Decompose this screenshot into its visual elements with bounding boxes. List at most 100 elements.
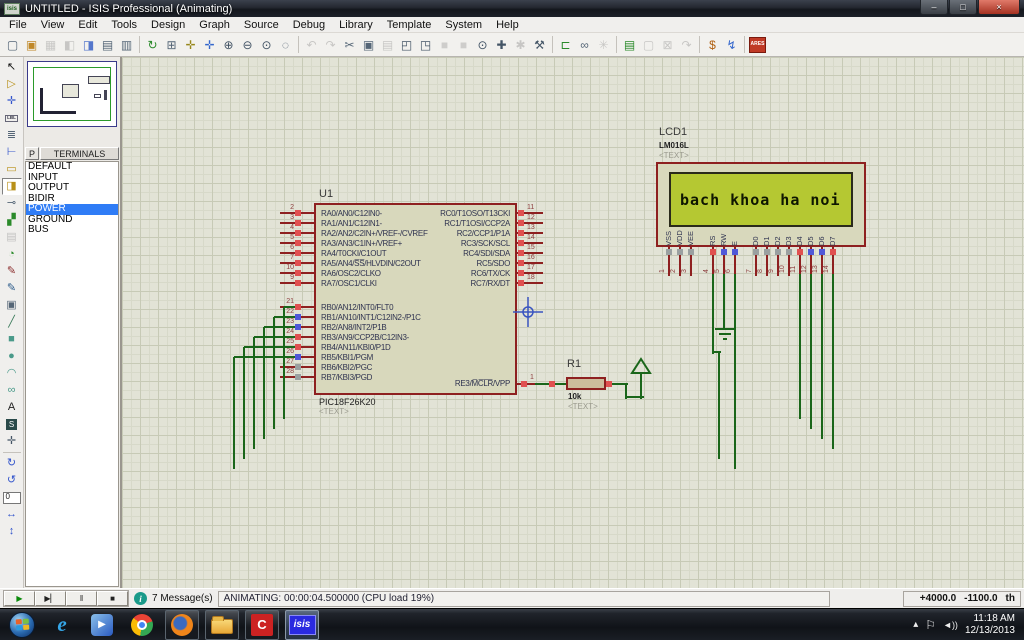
schematic-canvas[interactable]: U1PIC18F26K20<TEXT>2RA0/AN0/C12IN0-3RA1/… xyxy=(121,57,1024,588)
graph-mode-icon[interactable]: ▞ xyxy=(2,212,22,229)
wire-segment[interactable] xyxy=(832,274,834,449)
block-delete-icon[interactable]: ■ xyxy=(454,35,473,54)
save-file-icon[interactable]: ▦ xyxy=(41,35,60,54)
wire-label-mode-icon[interactable]: LBL xyxy=(2,110,22,127)
voltage-probe-mode-icon[interactable]: ✎ xyxy=(2,263,22,280)
print-icon[interactable]: ▤ xyxy=(98,35,117,54)
search-tag-icon[interactable]: ∞ xyxy=(575,35,594,54)
block-move-icon[interactable]: ◳ xyxy=(416,35,435,54)
virtual-instruments-mode-icon[interactable]: ▣ xyxy=(2,297,22,314)
zoom-in-icon[interactable]: ⊕ xyxy=(219,35,238,54)
copy-icon[interactable]: ▣ xyxy=(359,35,378,54)
taskbar-clock[interactable]: 11:18 AM 12/13/2013 xyxy=(965,613,1015,637)
2d-line-icon[interactable]: ╱ xyxy=(2,314,22,331)
wire-segment[interactable] xyxy=(234,356,298,358)
menu-file[interactable]: File xyxy=(2,18,34,32)
stop-button[interactable]: ■ xyxy=(97,591,128,606)
wire-segment[interactable] xyxy=(254,336,298,338)
wire-segment[interactable] xyxy=(715,328,735,330)
menu-design[interactable]: Design xyxy=(144,18,192,32)
menu-template[interactable]: Template xyxy=(380,18,439,32)
goto-sheet-icon[interactable]: ↷ xyxy=(677,35,696,54)
start-button[interactable] xyxy=(5,610,39,640)
wire-segment[interactable] xyxy=(273,317,275,429)
wire-segment[interactable] xyxy=(723,274,725,330)
wire-segment[interactable] xyxy=(723,338,727,340)
menu-edit[interactable]: Edit xyxy=(71,18,104,32)
wire-segment[interactable] xyxy=(263,327,265,439)
remove-sheet-icon[interactable]: ⊠ xyxy=(658,35,677,54)
export-section-icon[interactable]: ◨ xyxy=(79,35,98,54)
play-button[interactable]: ▶ xyxy=(4,591,35,606)
isis-taskbar-icon[interactable]: isis xyxy=(285,610,319,640)
terminal-type-output[interactable]: OUTPUT xyxy=(26,183,118,194)
wire-segment[interactable] xyxy=(718,352,720,459)
schematic-preview[interactable] xyxy=(27,61,117,127)
terminal-type-default[interactable]: DEFAULT xyxy=(26,162,118,173)
2d-circle-icon[interactable]: ● xyxy=(2,348,22,365)
open-folder-icon[interactable]: ▣ xyxy=(22,35,41,54)
wire-segment[interactable] xyxy=(799,274,801,419)
current-probe-mode-icon[interactable]: ✎ xyxy=(2,280,22,297)
terminal-mode-icon[interactable]: ◨ xyxy=(2,178,22,195)
power-terminal[interactable] xyxy=(629,356,653,400)
menu-debug[interactable]: Debug xyxy=(286,18,332,32)
pic-c-compiler-icon[interactable]: C xyxy=(245,610,279,640)
menu-help[interactable]: Help xyxy=(489,18,526,32)
generator-mode-icon[interactable]: ◔ xyxy=(2,246,22,263)
import-section-icon[interactable]: ◧ xyxy=(60,35,79,54)
make-device-icon[interactable]: ✚ xyxy=(492,35,511,54)
device-pin-mode-icon[interactable]: ⊸ xyxy=(2,195,22,212)
wire-segment[interactable] xyxy=(253,337,255,449)
undo-icon[interactable]: ↶ xyxy=(302,35,321,54)
pick-devices-button[interactable]: P xyxy=(25,147,39,160)
wire-segment[interactable] xyxy=(264,326,298,328)
action-center-flag-icon[interactable]: ⚐ xyxy=(925,618,936,632)
bill-of-materials-icon[interactable]: $ xyxy=(703,35,722,54)
zoom-all-icon[interactable]: ⊙ xyxy=(257,35,276,54)
new-sheet-icon[interactable]: ▢ xyxy=(639,35,658,54)
step-button[interactable]: ▶▏ xyxy=(35,591,66,606)
menu-source[interactable]: Source xyxy=(237,18,286,32)
wire-segment[interactable] xyxy=(719,333,731,335)
bus-mode-icon[interactable]: ⊢ xyxy=(2,144,22,161)
decompose-icon[interactable]: ⚒ xyxy=(530,35,549,54)
toggle-grid-icon[interactable]: ⊞ xyxy=(162,35,181,54)
internet-explorer-icon[interactable]: e xyxy=(45,610,79,640)
mark-output-area-icon[interactable]: ▥ xyxy=(117,35,136,54)
wire-segment[interactable] xyxy=(712,274,714,354)
pause-button[interactable]: ‖ xyxy=(66,591,97,606)
wire-segment[interactable] xyxy=(283,307,285,419)
rotate-clockwise-icon[interactable]: ↻ xyxy=(2,455,22,472)
netlist-to-ares-icon[interactable]: ARES xyxy=(748,35,767,54)
close-button[interactable]: × xyxy=(978,0,1020,15)
zoom-out-icon[interactable]: ⊖ xyxy=(238,35,257,54)
selection-pointer-icon[interactable]: ↖ xyxy=(2,59,22,76)
2d-box-icon[interactable]: ■ xyxy=(2,331,22,348)
terminal-type-power[interactable]: POWER xyxy=(26,204,118,215)
2d-path-icon[interactable]: ∞ xyxy=(2,382,22,399)
minimize-button[interactable]: – xyxy=(920,0,948,15)
menu-tools[interactable]: Tools xyxy=(104,18,144,32)
wire-segment[interactable] xyxy=(233,357,235,469)
subcircuit-mode-icon[interactable]: ▭ xyxy=(2,161,22,178)
media-player-icon[interactable]: ▶ xyxy=(85,610,119,640)
menu-graph[interactable]: Graph xyxy=(192,18,237,32)
2d-symbol-icon[interactable]: S xyxy=(2,416,22,433)
chrome-icon[interactable] xyxy=(125,610,159,640)
origin-icon[interactable]: ✛ xyxy=(181,35,200,54)
wire-segment[interactable] xyxy=(244,346,298,348)
r1-body[interactable] xyxy=(566,377,606,390)
text-script-mode-icon[interactable]: ≣ xyxy=(2,127,22,144)
message-count[interactable]: 7 Message(s) xyxy=(152,593,213,604)
maximize-button[interactable]: □ xyxy=(949,0,977,15)
electrical-rule-check-icon[interactable]: ↯ xyxy=(722,35,741,54)
firefox-icon[interactable] xyxy=(165,610,199,640)
cut-icon[interactable]: ✂ xyxy=(340,35,359,54)
packaging-tool-icon[interactable]: ✱ xyxy=(511,35,530,54)
junction-dot-mode-icon[interactable]: ✛ xyxy=(2,93,22,110)
horizontal-mirror-icon[interactable]: ↔ xyxy=(2,506,22,523)
vertical-mirror-icon[interactable]: ↕ xyxy=(2,523,22,540)
design-explorer-icon[interactable]: ▤ xyxy=(620,35,639,54)
new-file-icon[interactable]: ▢ xyxy=(3,35,22,54)
